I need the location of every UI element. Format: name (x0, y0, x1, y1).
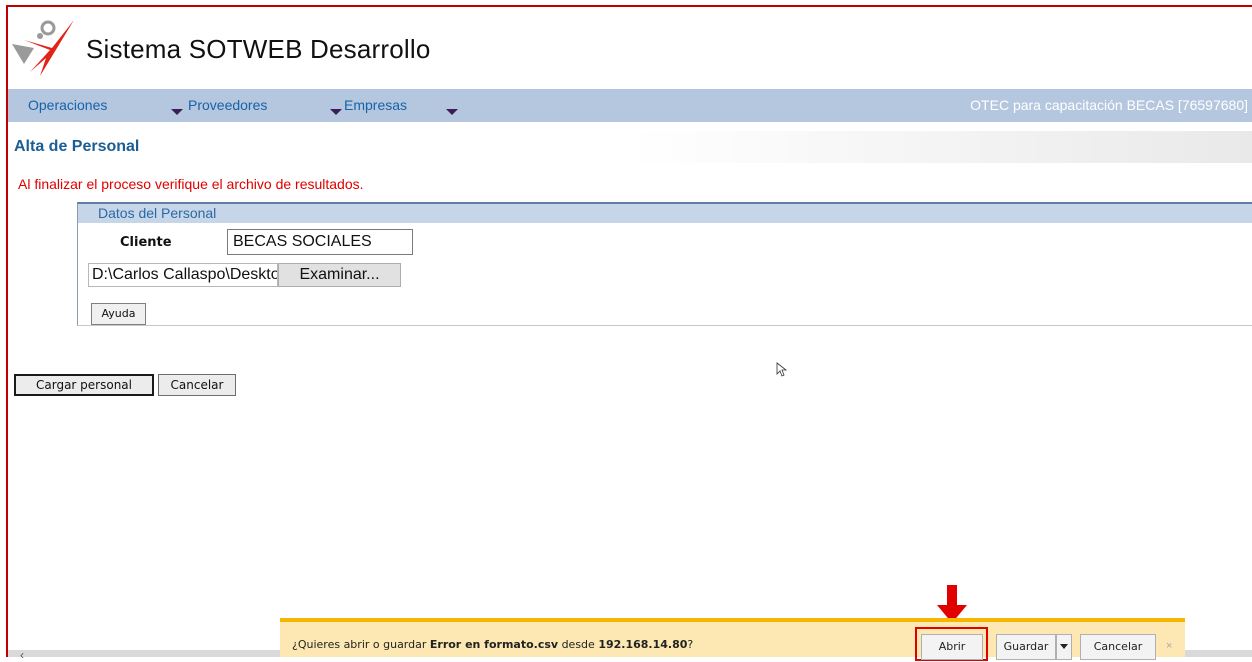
cliente-input[interactable] (227, 229, 413, 255)
open-button[interactable]: Abrir (921, 634, 983, 660)
chevron-down-icon[interactable] (446, 109, 458, 115)
horizontal-scrollbar-right[interactable] (1185, 650, 1252, 657)
mouse-pointer-icon (776, 362, 788, 377)
download-prompt-middle: desde (558, 638, 599, 651)
browse-button[interactable]: Examinar... (278, 263, 401, 287)
main-menu-bar: Operaciones Proveedores Empresas OTEC pa… (8, 89, 1252, 122)
menu-proveedores[interactable]: Proveedores (188, 97, 267, 113)
download-cancel-button[interactable]: Cancelar (1080, 634, 1156, 660)
download-notification-bar: ¿Quieres abrir o guardar Error en format… (280, 618, 1185, 661)
download-prompt-suffix: ? (687, 638, 694, 651)
panel-legend-label: Datos del Personal (98, 205, 217, 221)
download-filename: Error en formato.csv (429, 638, 559, 651)
file-path-input[interactable]: D:\Carlos Callaspo\Desktop (88, 263, 278, 287)
chevron-down-icon[interactable] (171, 109, 183, 115)
scroll-left-icon[interactable]: ‹ (20, 648, 24, 662)
panel-legend: Datos del Personal (78, 204, 1252, 223)
page-title: Alta de Personal (14, 138, 140, 155)
close-icon[interactable]: × (1166, 640, 1172, 652)
download-prompt-text: ¿Quieres abrir o guardar Error en format… (292, 638, 693, 651)
sotweb-logo (12, 20, 74, 76)
save-options-dropdown[interactable] (1056, 634, 1072, 660)
app-title: Sistema SOTWEB Desarrollo (86, 34, 431, 64)
download-prompt-prefix: ¿Quieres abrir o guardar (292, 638, 430, 651)
cancel-button[interactable]: Cancelar (158, 374, 236, 396)
cliente-label: Cliente (120, 235, 172, 250)
warning-message: Al finalizar el proceso verifique el arc… (18, 176, 364, 192)
load-personnel-button[interactable]: Cargar personal (14, 374, 154, 396)
horizontal-scrollbar[interactable] (8, 650, 280, 657)
chevron-down-icon[interactable] (330, 109, 342, 115)
save-button[interactable]: Guardar (996, 634, 1056, 660)
chevron-down-icon (1060, 643, 1068, 649)
menu-operaciones[interactable]: Operaciones (28, 97, 107, 113)
personal-data-panel: Datos del Personal Cliente D:\Carlos Cal… (77, 202, 1252, 326)
download-host: 192.168.14.80 (598, 638, 688, 651)
menu-empresas[interactable]: Empresas (344, 97, 407, 113)
section-header: Alta de Personal (8, 131, 1252, 163)
company-label: OTEC para capacitación BECAS [76597680] (970, 97, 1248, 113)
help-button[interactable]: Ayuda (91, 303, 146, 325)
